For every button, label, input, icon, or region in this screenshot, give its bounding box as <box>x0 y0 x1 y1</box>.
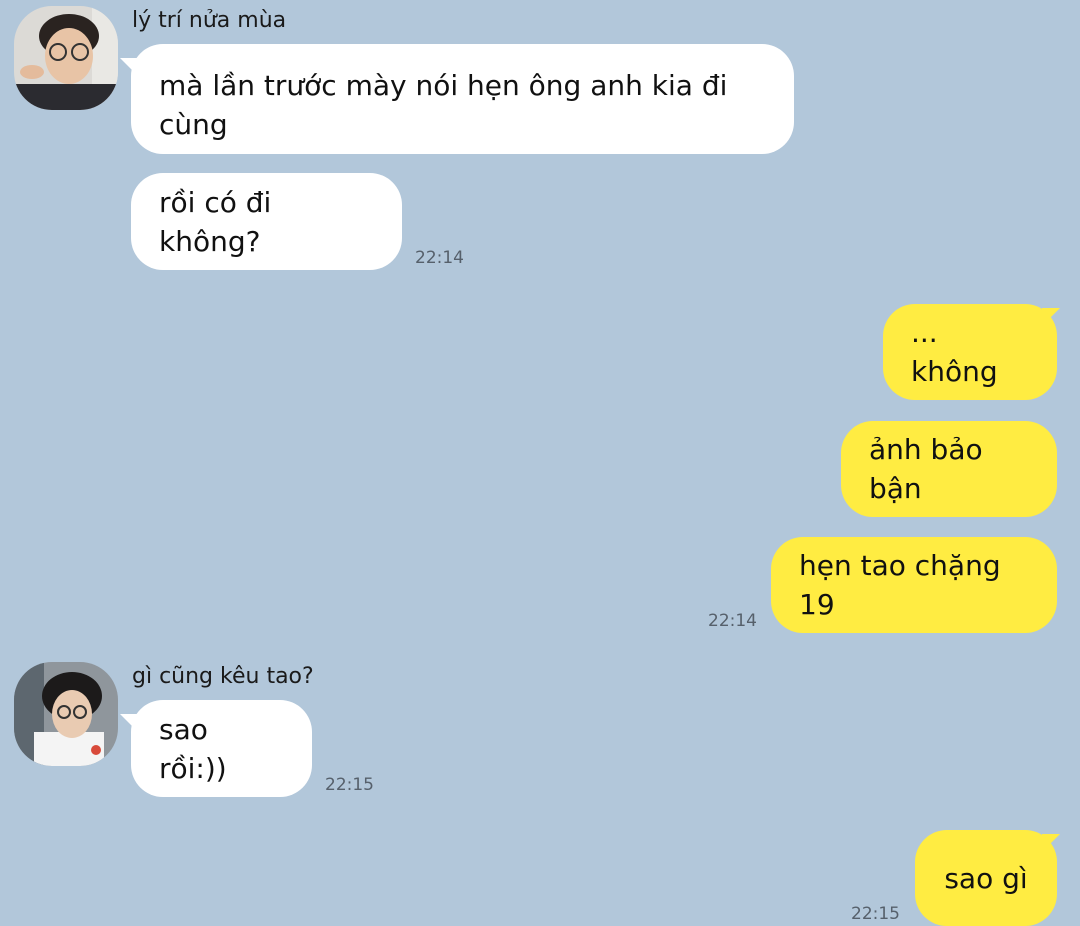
message-text: mà lần trước mày nói hẹn ông anh kia đi … <box>159 69 728 141</box>
message-text: ... không <box>911 316 998 388</box>
incoming-message-bubble[interactable]: mà lần trước mày nói hẹn ông anh kia đi … <box>131 44 794 154</box>
friend-2-avatar[interactable] <box>14 662 118 766</box>
message-timestamp: 22:15 <box>851 904 900 924</box>
message-timestamp: 22:14 <box>708 611 757 631</box>
friend-1-avatar[interactable] <box>14 6 118 110</box>
sender-name: lý trí nửa mùa <box>132 8 287 33</box>
message-text: sao rồi:)) <box>159 712 227 785</box>
outgoing-message-bubble[interactable]: hẹn tao chặng 19 <box>771 537 1057 633</box>
message-timestamp: 22:15 <box>325 775 374 795</box>
incoming-message-bubble[interactable]: rồi có đi không? <box>131 173 402 270</box>
outgoing-message-bubble[interactable]: sao gì <box>915 830 1057 926</box>
sender-name: gì cũng kêu tao? <box>132 664 314 689</box>
message-text: rồi có đi không? <box>159 185 272 258</box>
outgoing-message-bubble[interactable]: ảnh bảo bận <box>841 421 1057 517</box>
message-timestamp: 22:14 <box>415 248 464 268</box>
message-text: sao gì <box>944 861 1028 895</box>
outgoing-message-bubble[interactable]: ... không <box>883 304 1057 400</box>
incoming-message-bubble[interactable]: sao rồi:)) <box>131 700 312 797</box>
message-text: hẹn tao chặng 19 <box>799 549 1001 621</box>
message-text: ảnh bảo bận <box>869 433 983 505</box>
